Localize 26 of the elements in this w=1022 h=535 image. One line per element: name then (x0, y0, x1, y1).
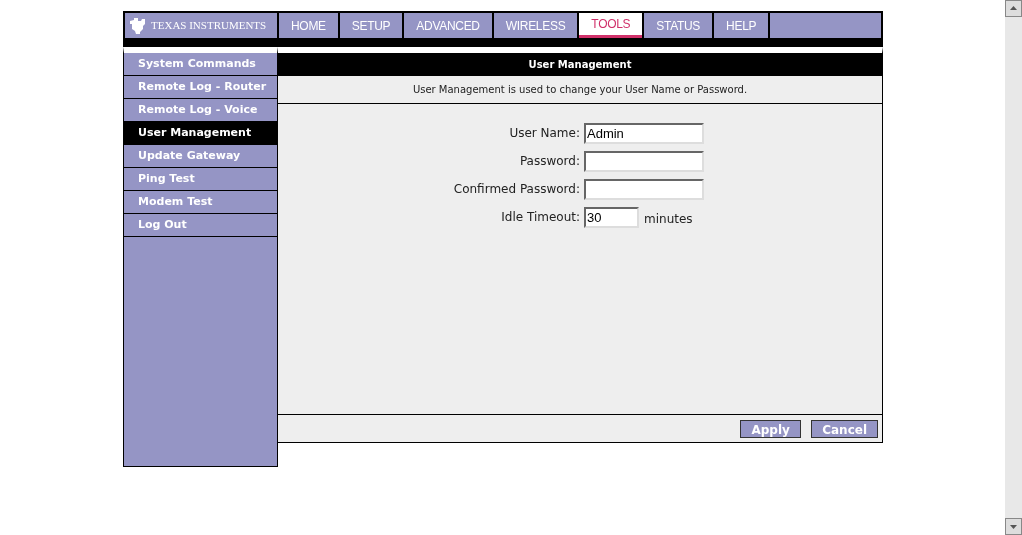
logo-icon (129, 16, 147, 35)
action-button[interactable]: Cancel (811, 419, 878, 438)
panel-description: User Management is used to change your User Name or Password. (278, 76, 882, 104)
nav-tab[interactable]: WIRELESS (493, 13, 578, 38)
nav-tab[interactable]: SETUP (339, 13, 403, 38)
nav-tab[interactable]: STATUS (644, 13, 713, 38)
field-label: Idle Timeout: (500, 209, 581, 226)
nav-tab[interactable]: HOME (279, 13, 338, 38)
field-label: Confirmed Password: (452, 181, 581, 198)
scroll-down-icon[interactable] (1005, 518, 1022, 535)
password-field[interactable] (584, 150, 704, 172)
action-button[interactable]: Apply (740, 419, 802, 438)
unit-label: minutes (644, 210, 693, 228)
nav-tab[interactable]: ADVANCED (404, 13, 492, 38)
field-label: User Name: (508, 125, 581, 142)
scrollbar[interactable] (1005, 0, 1022, 535)
scroll-up-icon[interactable] (1005, 0, 1022, 17)
password-field[interactable] (584, 178, 704, 200)
field-label: Password: (518, 153, 581, 170)
nav-tab[interactable]: TOOLS (579, 13, 643, 38)
nav-tab[interactable]: HELP (714, 13, 769, 38)
username-field[interactable]: Admin (584, 122, 704, 144)
sidebar-item[interactable]: User Management (124, 122, 277, 145)
panel-title: User Management (278, 53, 882, 76)
timeout-field[interactable]: 30 (584, 206, 639, 228)
brand-name: TEXAS INSTRUMENTS (151, 18, 267, 34)
